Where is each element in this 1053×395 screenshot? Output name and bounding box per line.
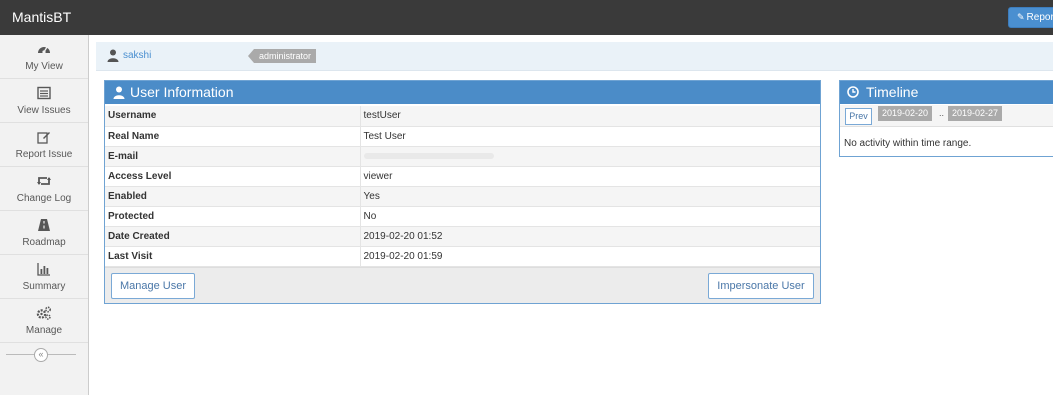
role-badge: administrator: [254, 49, 317, 63]
timeline-date-separator: ..: [939, 108, 945, 118]
impersonate-user-button[interactable]: Impersonate User: [708, 273, 814, 299]
redacted-email: [363, 152, 494, 159]
table-row: Access Level viewer: [105, 166, 820, 187]
edit-icon: [0, 130, 88, 144]
user-icon: [107, 49, 119, 65]
timeline-panel: Timeline Prev 2019-02-20 .. 2019-02-27 N…: [839, 80, 1053, 157]
breadcrumb-username-link[interactable]: sakshi: [123, 50, 151, 61]
row-key: Last Visit: [105, 246, 361, 267]
timeline-title: Timeline: [866, 84, 919, 100]
table-row: Protected No: [105, 206, 820, 227]
sidebar-item-label: Summary: [22, 281, 66, 292]
table-row: Date Created 2019-02-20 01:52: [105, 226, 820, 247]
timeline-header: Timeline: [840, 81, 1053, 104]
row-value-redacted: [360, 146, 820, 167]
sidebar-item-change-log[interactable]: Change Log: [0, 167, 88, 211]
row-value: No: [360, 206, 820, 227]
sidebar-item-report-issue[interactable]: Report Issue: [0, 123, 88, 167]
table-row: Username testUser: [105, 106, 820, 127]
sidebar-item-label: My View: [25, 61, 63, 72]
sidebar-item-my-view[interactable]: My View: [0, 35, 88, 79]
list-icon: [0, 86, 88, 100]
sidebar-item-roadmap[interactable]: Roadmap: [0, 211, 88, 255]
table-row: Real Name Test User: [105, 126, 820, 147]
timeline-toolbar: Prev 2019-02-20 .. 2019-02-27: [840, 105, 1053, 127]
table-row: Last Visit 2019-02-20 01:59: [105, 246, 820, 267]
row-value: Test User: [360, 126, 820, 147]
sidebar-item-view-issues[interactable]: View Issues: [0, 79, 88, 123]
breadcrumb: sakshi administrator: [96, 42, 1053, 71]
sidebar-collapse-button[interactable]: «: [34, 348, 48, 362]
timeline-date-from: 2019-02-20: [878, 106, 933, 121]
sidebar-item-label: Report Issue: [15, 149, 73, 160]
row-key: Date Created: [105, 226, 361, 247]
row-value: 2019-02-20 01:59: [360, 246, 820, 267]
dashboard-icon: [0, 42, 88, 56]
row-key: E-mail: [105, 146, 361, 167]
row-key: Protected: [105, 206, 361, 227]
top-navbar: MantisBT ✎ Repor: [0, 0, 1053, 35]
row-value: 2019-02-20 01:52: [360, 226, 820, 247]
row-key: Username: [105, 106, 361, 127]
row-value: viewer: [360, 166, 820, 187]
sidebar-item-summary[interactable]: Summary: [0, 255, 88, 299]
timeline-empty-message: No activity within time range.: [844, 138, 972, 149]
retweet-icon: [0, 174, 88, 188]
row-value: testUser: [360, 106, 820, 127]
row-key: Access Level: [105, 166, 361, 187]
table-row: E-mail: [105, 146, 820, 167]
report-issue-button[interactable]: ✎ Repor: [1008, 7, 1053, 28]
user-information-footer: Manage User Impersonate User: [105, 267, 820, 303]
brand-logo[interactable]: MantisBT: [12, 9, 71, 25]
sidebar-item-label: View Issues: [17, 105, 71, 116]
table-row: Enabled Yes: [105, 186, 820, 207]
gears-icon: [0, 306, 88, 320]
sidebar-item-manage[interactable]: Manage: [0, 299, 88, 343]
sidebar-collapse-bar: «: [0, 345, 88, 365]
sidebar-item-label: Manage: [25, 325, 63, 336]
bar-chart-icon: [0, 262, 88, 276]
user-icon: [113, 86, 125, 102]
row-value: Yes: [360, 186, 820, 207]
edit-icon: ✎: [1017, 12, 1025, 22]
report-issue-label: Repor: [1026, 12, 1053, 23]
row-key: Enabled: [105, 186, 361, 207]
user-information-header: User Information: [105, 81, 820, 104]
road-icon: [0, 218, 88, 232]
timeline-date-to: 2019-02-27: [948, 106, 1003, 121]
user-information-panel: User Information Username testUser Real N…: [104, 80, 821, 304]
row-key: Real Name: [105, 126, 361, 147]
timeline-prev-button[interactable]: Prev: [845, 108, 872, 125]
user-information-table: Username testUser Real Name Test User E-ma…: [105, 106, 820, 267]
manage-user-button[interactable]: Manage User: [111, 273, 195, 299]
sidebar-item-label: Change Log: [16, 193, 72, 204]
clock-icon: [847, 86, 859, 101]
sidebar-item-label: Roadmap: [22, 237, 66, 248]
sidebar: My View View Issues Report Issue Change …: [0, 35, 89, 395]
user-information-title: User Information: [130, 84, 234, 100]
